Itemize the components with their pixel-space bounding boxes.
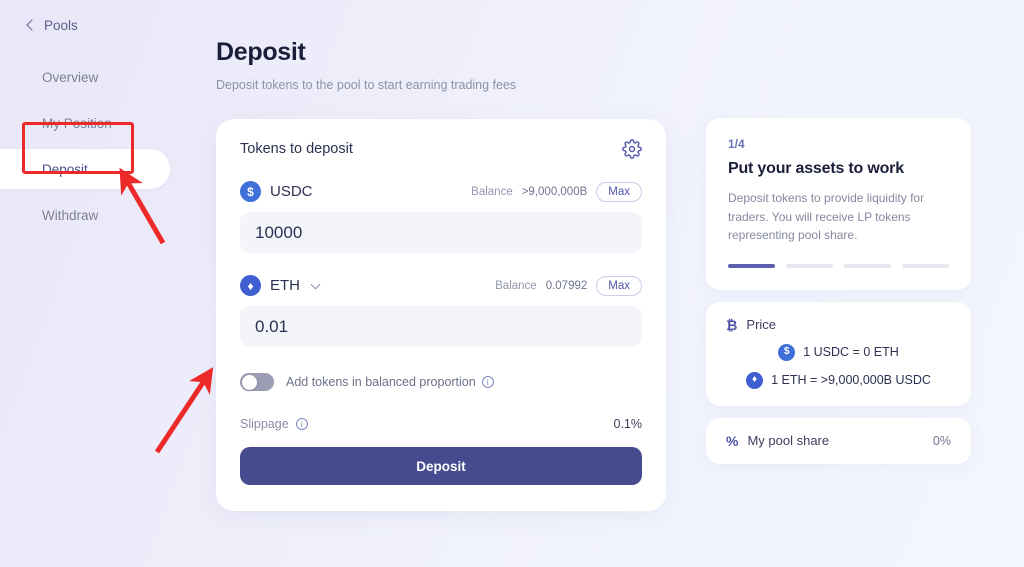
sidebar-item-label: Deposit	[42, 161, 88, 177]
deposit-card-header: Tokens to deposit	[240, 139, 642, 159]
deposit-submit-button[interactable]: Deposit	[240, 447, 642, 485]
balanced-proportion-toggle[interactable]	[240, 373, 274, 391]
sidebar-nav: Overview My Position Deposit Withdraw	[0, 57, 200, 235]
slippage-row: Slippage i 0.1%	[240, 417, 642, 431]
token-row-usdc: $ USDC Balance >9,000,000B Max	[240, 181, 642, 202]
balance-label: Balance	[495, 279, 537, 292]
max-button-eth[interactable]: Max	[596, 275, 642, 296]
slippage-label-group: Slippage i	[240, 417, 308, 431]
usdc-coin-icon: $	[240, 181, 261, 202]
slippage-value: 0.1%	[613, 417, 643, 431]
right-panel: 1/4 Put your assets to work Deposit toke…	[706, 118, 971, 464]
sidebar-item-overview[interactable]: Overview	[0, 57, 170, 97]
balanced-proportion-row: Add tokens in balanced proportion i	[240, 373, 642, 391]
amount-input-usdc[interactable]	[240, 212, 642, 253]
price-row-usdc: $ 1 USDC = 0 ETH	[726, 343, 951, 361]
token-balance-usdc: Balance >9,000,000B Max	[471, 181, 642, 202]
eth-coin-glyph: ♦	[752, 374, 758, 386]
promo-dot-1[interactable]	[728, 263, 775, 268]
main-content: Deposit Deposit tokens to the pool to st…	[216, 38, 666, 511]
sidebar-item-label: My Position	[42, 115, 112, 131]
eth-coin-icon: ♦	[240, 275, 261, 296]
token-symbol-usdc: USDC	[270, 183, 313, 200]
price-row-text: 1 ETH = >9,000,000B USDC	[771, 373, 931, 388]
back-link-label: Pools	[44, 18, 78, 33]
eth-coin-glyph: ♦	[247, 278, 254, 293]
info-icon[interactable]: i	[295, 418, 308, 430]
price-row-eth: ♦ 1 ETH = >9,000,000B USDC	[726, 371, 951, 389]
percent-icon: %	[726, 432, 739, 449]
balance-label: Balance	[471, 185, 513, 198]
slippage-label: Slippage	[240, 417, 289, 431]
promo-body: Deposit tokens to provide liquidity for …	[728, 191, 925, 243]
amount-input-eth[interactable]	[240, 306, 642, 347]
pool-share-label: My pool share	[747, 433, 830, 449]
chevron-down-icon[interactable]	[310, 279, 321, 289]
pool-share-card: % My pool share 0%	[706, 417, 971, 464]
eth-coin-icon: ♦	[746, 371, 764, 389]
token-symbol-eth: ETH	[270, 277, 300, 294]
max-button-usdc[interactable]: Max	[596, 181, 642, 202]
gear-icon[interactable]	[622, 139, 642, 159]
page-subtitle: Deposit tokens to the pool to start earn…	[216, 78, 517, 92]
price-row-text: 1 USDC = 0 ETH	[803, 345, 899, 360]
price-card-title: Price	[746, 317, 777, 333]
balance-value: >9,000,000B	[521, 185, 588, 198]
balance-value: 0.07992	[545, 279, 588, 292]
sidebar-item-label: Overview	[42, 69, 99, 85]
token-row-eth: ♦ ETH Balance 0.07992 Max	[240, 275, 642, 296]
price-card-header: ₿ Price	[726, 317, 951, 333]
usdc-coin-icon: $	[778, 343, 796, 361]
promo-title: Put your assets to work	[728, 160, 904, 177]
pool-share-label-group: % My pool share	[726, 433, 829, 449]
promo-card: 1/4 Put your assets to work Deposit toke…	[706, 118, 971, 290]
chevron-left-icon	[26, 19, 38, 31]
price-card: ₿ Price $ 1 USDC = 0 ETH ♦ 1 ETH = >9,00…	[706, 301, 971, 406]
info-icon[interactable]: i	[481, 376, 494, 388]
token-identity-eth[interactable]: ♦ ETH	[240, 275, 321, 296]
pool-share-value: 0%	[932, 433, 951, 448]
token-identity-usdc: $ USDC	[240, 181, 313, 202]
bitcoin-icon: ₿	[726, 316, 738, 333]
sidebar-item-label: Withdraw	[42, 207, 99, 223]
deposit-card: Tokens to deposit $ USDC Balance >9,000,…	[216, 119, 666, 511]
toggle-knob	[241, 374, 257, 390]
deposit-card-title: Tokens to deposit	[240, 141, 353, 157]
sidebar: Pools Overview My Position Deposit Withd…	[0, 0, 200, 567]
back-to-pools-link[interactable]: Pools	[0, 10, 200, 33]
token-balance-eth: Balance 0.07992 Max	[495, 275, 642, 296]
balanced-proportion-label-group: Add tokens in balanced proportion i	[286, 375, 494, 389]
sidebar-item-withdraw[interactable]: Withdraw	[0, 195, 170, 235]
promo-step-counter: 1/4	[728, 137, 745, 151]
promo-progress-dots	[728, 263, 949, 268]
promo-dot-4[interactable]	[902, 263, 949, 268]
usdc-coin-glyph: $	[247, 184, 254, 199]
page-title: Deposit	[216, 38, 306, 66]
balanced-proportion-label: Add tokens in balanced proportion	[286, 375, 476, 389]
sidebar-item-deposit[interactable]: Deposit	[0, 149, 170, 189]
promo-dot-3[interactable]	[844, 263, 891, 268]
usdc-coin-glyph: $	[783, 346, 790, 358]
promo-dot-2[interactable]	[786, 263, 833, 268]
sidebar-item-my-position[interactable]: My Position	[0, 103, 170, 143]
